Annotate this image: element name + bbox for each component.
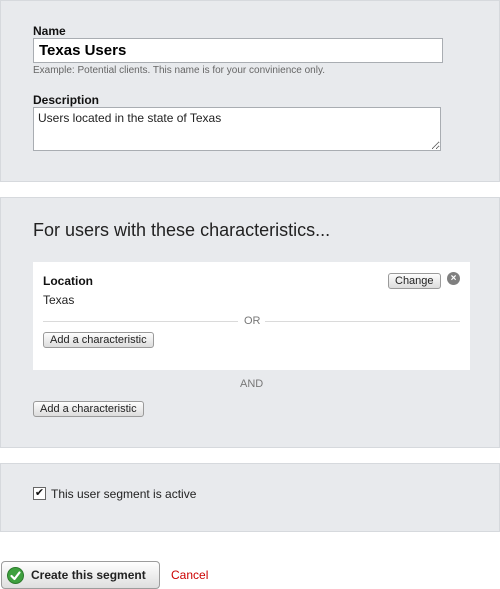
characteristics-panel: For users with these characteristics... … (0, 197, 500, 448)
description-label: Description (33, 93, 100, 107)
name-input[interactable] (33, 38, 443, 63)
description-textarea[interactable]: Users located in the state of Texas (33, 107, 441, 151)
or-label: OR (244, 315, 261, 327)
checkbox-checked-icon: ✔ (34, 487, 45, 499)
add-or-characteristic-button[interactable]: Add a characteristic (43, 332, 154, 348)
active-checkbox[interactable]: ✔ (33, 487, 46, 500)
and-label: AND (240, 378, 264, 390)
active-label[interactable]: This user segment is active (51, 487, 196, 501)
change-button[interactable]: Change (388, 273, 441, 289)
segment-details-panel: Name Example: Potential clients. This na… (0, 0, 500, 182)
create-segment-label: Create this segment (31, 568, 146, 582)
characteristic-value: Texas (43, 293, 75, 307)
or-divider-line-left (43, 321, 238, 322)
create-segment-button[interactable]: Create this segment (1, 561, 160, 589)
name-hint: Example: Potential clients. This name is… (33, 65, 325, 76)
add-and-characteristic-button[interactable]: Add a characteristic (33, 401, 144, 417)
characteristic-group: Location Texas Change × OR Add a charact… (33, 262, 470, 370)
close-icon[interactable]: × (447, 272, 460, 285)
check-circle-icon (7, 567, 24, 584)
characteristic-name: Location (43, 274, 93, 288)
or-divider-line-right (265, 321, 460, 322)
name-label: Name (33, 24, 66, 38)
characteristics-heading: For users with these characteristics... (33, 220, 331, 240)
cancel-link[interactable]: Cancel (171, 568, 208, 582)
or-divider: OR (43, 315, 460, 329)
segment-status-panel: ✔ This user segment is active (0, 463, 500, 532)
